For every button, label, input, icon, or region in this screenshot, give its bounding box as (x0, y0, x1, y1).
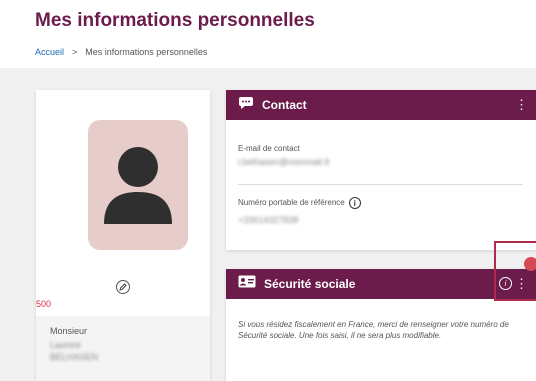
contact-card: Contact ⋮ E-mail de contact l.belhasen@m… (226, 90, 536, 250)
email-label: E-mail de contact (238, 144, 300, 153)
email-value-wrap: l.belhasen@monmail.fr (238, 156, 330, 168)
phone-label-row: Numéro portable de référence i (238, 197, 361, 209)
civility: Monsieur (50, 326, 88, 336)
breadcrumb-current: Mes informations personnelles (85, 47, 208, 57)
breadcrumb-home-link[interactable]: Accueil (35, 47, 64, 57)
secu-card: Sécurité sociale i ⋮ Si vous résidez fis… (226, 269, 536, 381)
id-card-icon (238, 275, 256, 293)
secu-card-title: Sécurité sociale (264, 277, 356, 291)
secu-card-header: Sécurité sociale i ⋮ (226, 269, 536, 299)
breadcrumb-separator: > (72, 47, 78, 57)
highlight-frame (494, 241, 536, 301)
phone-value-wrap: +33614327838 (238, 214, 298, 226)
page-title: Mes informations personnelles (35, 10, 315, 31)
first-name: Laurent (50, 340, 81, 350)
page-header: Mes informations personnelles Accueil > Me… (0, 0, 536, 68)
divider (238, 184, 523, 185)
email-value: l.belhasen@monmail.fr (238, 157, 331, 167)
chat-bubble-icon (238, 96, 254, 115)
last-name: BELHASEN (50, 352, 99, 362)
profile-identity: Monsieur Laurent BELHASEN (36, 316, 210, 381)
contact-card-title: Contact (262, 98, 307, 112)
breadcrumb: Accueil > Mes informations personnelles (35, 47, 207, 57)
phone-label: Numéro portable de référence (238, 198, 345, 208)
edit-pencil-icon[interactable] (116, 280, 130, 294)
user-silhouette-icon (104, 147, 172, 224)
contact-card-header: Contact ⋮ (226, 90, 536, 120)
profile-card: 500 Monsieur Laurent BELHASEN (36, 90, 210, 381)
avatar (88, 120, 188, 250)
secu-help-text: Si vous résidez fiscalement en France, m… (238, 320, 509, 340)
contact-menu-kebab-icon[interactable]: ⋮ (515, 90, 528, 120)
cursor-marker (524, 257, 536, 271)
profile-code: 500 (36, 299, 52, 309)
phone-value: +33614327838 (238, 215, 299, 225)
info-icon[interactable]: i (348, 197, 361, 209)
